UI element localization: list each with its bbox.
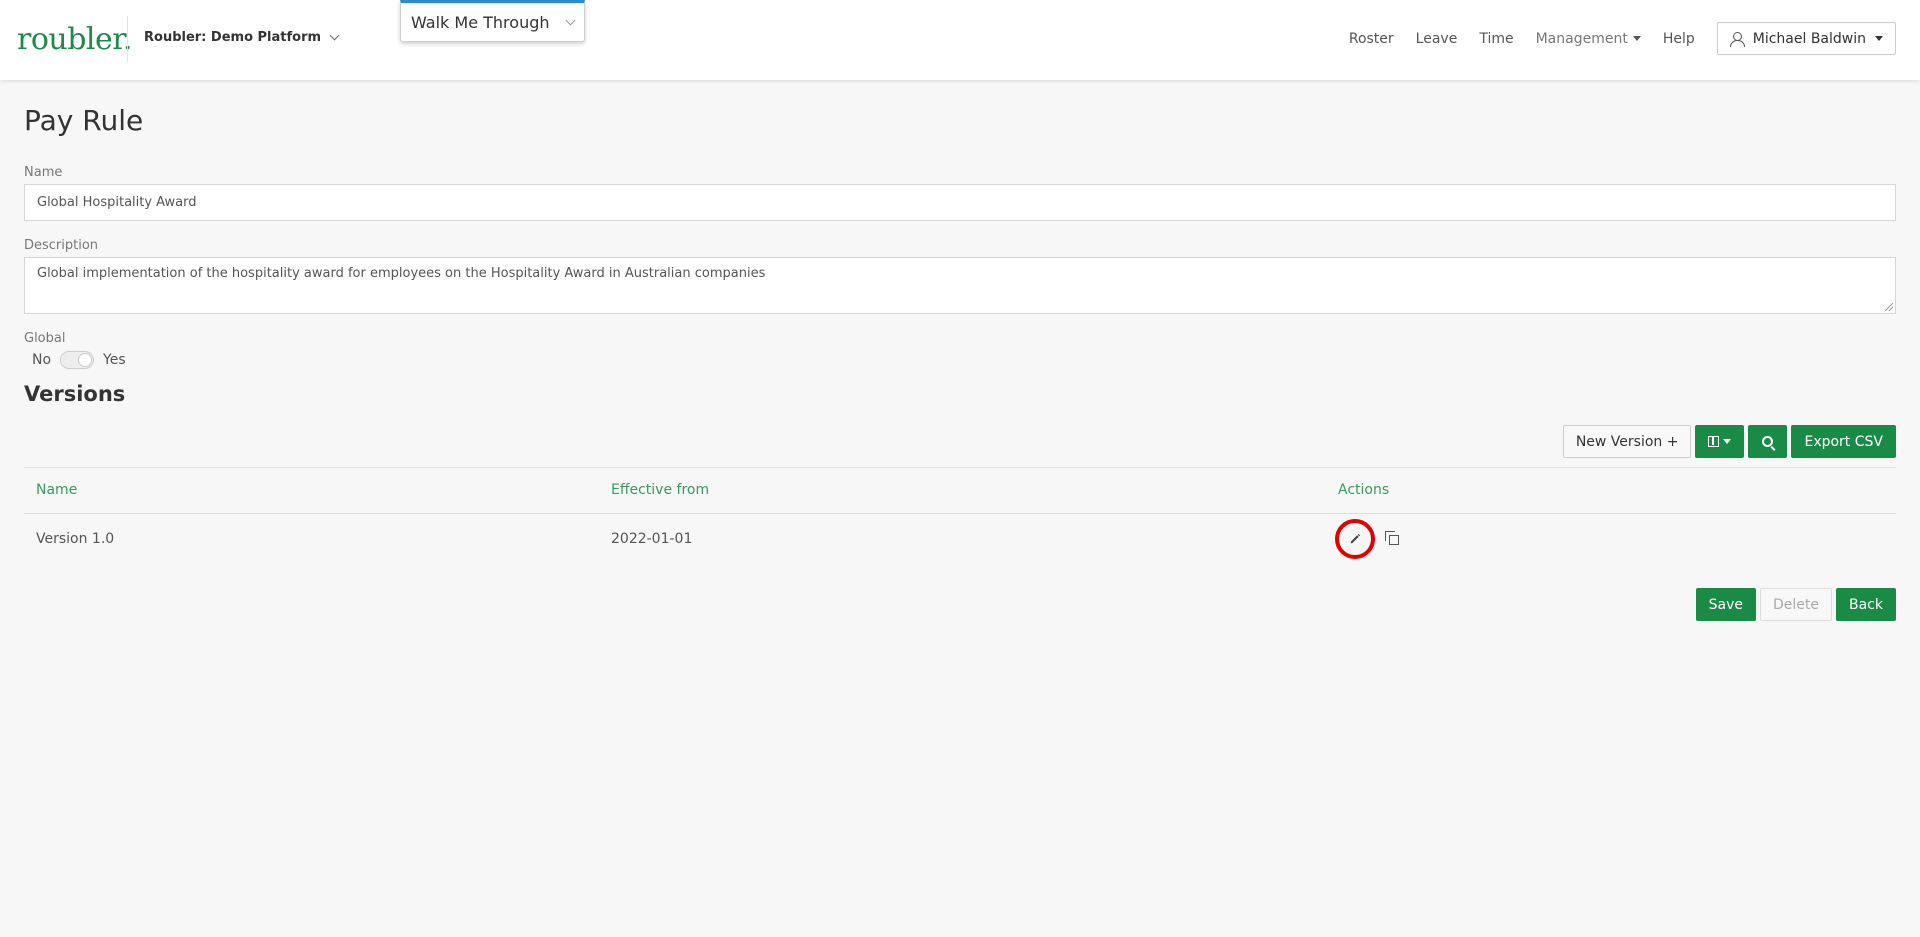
nav-leave[interactable]: Leave xyxy=(1416,31,1458,47)
caret-down-icon xyxy=(1723,439,1732,444)
save-button[interactable]: Save xyxy=(1695,588,1756,621)
global-label: Global xyxy=(24,331,66,346)
caret-down-icon xyxy=(1632,36,1641,41)
search-icon xyxy=(1762,436,1774,447)
name-value: Global Hospitality Award xyxy=(37,195,197,210)
user-name: Michael Baldwin xyxy=(1752,30,1866,47)
columns-icon xyxy=(1708,436,1720,447)
roubler-logo[interactable]: roubler. xyxy=(17,22,132,57)
description-label: Description xyxy=(24,238,99,253)
column-header-effective-from[interactable]: Effective from xyxy=(611,482,709,498)
export-csv-button[interactable]: Export CSV xyxy=(1791,425,1896,458)
nav-management[interactable]: Management xyxy=(1536,31,1641,47)
description-textarea[interactable]: Global implementation of the hospitality… xyxy=(24,257,1896,314)
delete-button[interactable]: Delete xyxy=(1760,588,1832,621)
edit-version-button[interactable] xyxy=(1335,519,1375,559)
chevron-down-icon xyxy=(329,30,340,41)
top-navbar: roubler. Roubler: Demo Platform Walk Me … xyxy=(0,0,1920,80)
back-button[interactable]: Back xyxy=(1836,588,1896,621)
user-menu-button[interactable]: Michael Baldwin xyxy=(1716,22,1896,55)
table-header: Name Effective from Actions xyxy=(24,467,1896,514)
table-row: Version 1.0 2022-01-01 xyxy=(24,514,1896,566)
search-button[interactable] xyxy=(1748,425,1788,458)
versions-toolbar: New Version + Export CSV xyxy=(1562,425,1896,458)
highlight-circle xyxy=(1335,519,1375,559)
versions-title: Versions xyxy=(24,382,126,406)
nav-time[interactable]: Time xyxy=(1479,31,1513,47)
copy-version-button[interactable] xyxy=(1385,531,1401,547)
main-nav: Roster Leave Time Management Help Michae… xyxy=(1349,22,1896,55)
name-input[interactable]: Global Hospitality Award xyxy=(24,184,1896,221)
user-icon xyxy=(1729,31,1745,47)
walk-me-through-button[interactable]: Walk Me Through xyxy=(400,0,585,42)
walk-me-label: Walk Me Through xyxy=(411,12,550,32)
name-label: Name xyxy=(24,165,63,180)
version-name-cell: Version 1.0 xyxy=(36,531,115,547)
header-divider xyxy=(127,16,128,62)
column-header-actions: Actions xyxy=(1338,482,1390,498)
column-header-name[interactable]: Name xyxy=(36,482,77,498)
global-yes-label: Yes xyxy=(103,352,126,368)
toggle-knob xyxy=(78,353,93,367)
copy-icon xyxy=(1389,535,1399,545)
global-no-label: No xyxy=(32,352,52,368)
nav-management-label: Management xyxy=(1535,30,1628,47)
page-title: Pay Rule xyxy=(24,104,144,137)
chevron-down-icon xyxy=(565,15,576,25)
resize-handle-icon[interactable] xyxy=(1885,303,1893,311)
versions-table: Name Effective from Actions Version 1.0 … xyxy=(24,467,1896,566)
caret-down-icon xyxy=(1875,36,1883,41)
org-switcher[interactable]: Roubler: Demo Platform xyxy=(144,30,340,45)
global-toggle[interactable] xyxy=(60,351,95,369)
form-actions: Save Delete Back xyxy=(1695,588,1896,621)
nav-roster[interactable]: Roster xyxy=(1349,31,1394,47)
description-value: Global implementation of the hospitality… xyxy=(37,266,766,281)
columns-toggle-button[interactable] xyxy=(1695,425,1745,458)
global-toggle-row: No Yes xyxy=(32,351,126,369)
effective-from-cell: 2022-01-01 xyxy=(611,531,693,547)
org-name: Roubler: Demo Platform xyxy=(144,30,322,45)
new-version-button[interactable]: New Version + xyxy=(1562,425,1692,458)
nav-help[interactable]: Help xyxy=(1663,31,1695,47)
